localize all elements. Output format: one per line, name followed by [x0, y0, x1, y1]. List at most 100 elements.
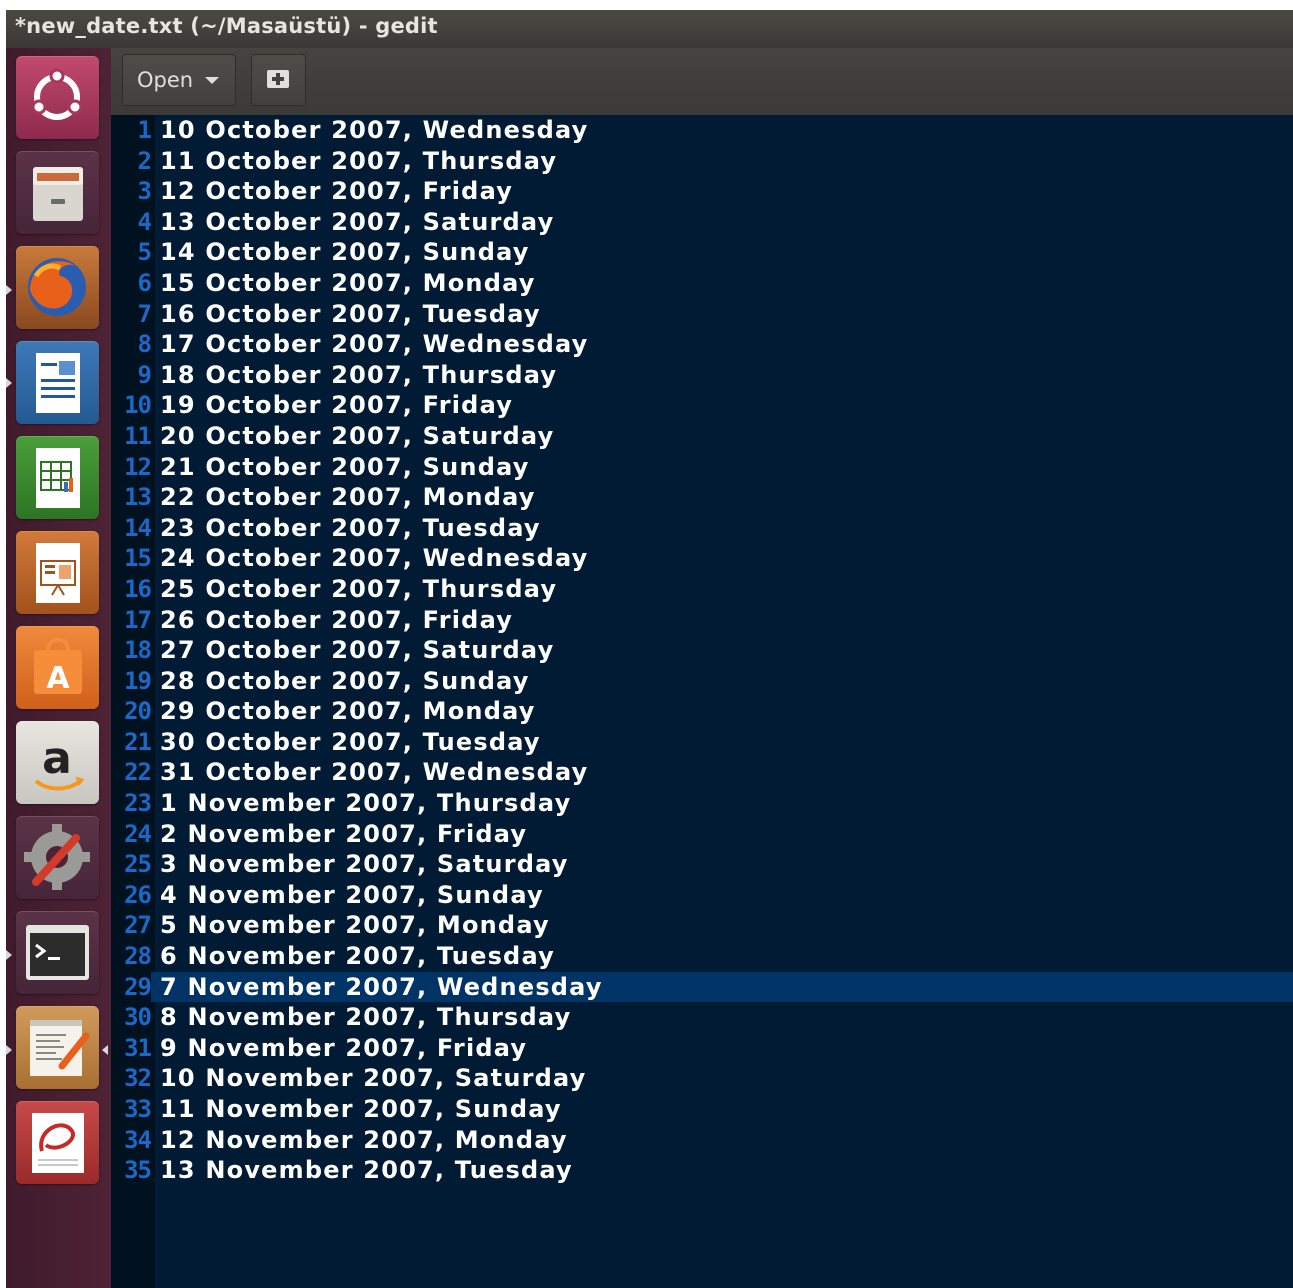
line-text[interactable]: 13 October 2007, Saturday [160, 207, 554, 238]
line-text[interactable]: 19 October 2007, Friday [160, 390, 513, 421]
line-text[interactable]: 25 October 2007, Thursday [160, 574, 557, 605]
line-text[interactable]: 27 October 2007, Saturday [160, 635, 554, 666]
open-button-label: Open [137, 68, 194, 92]
editor-line[interactable]: 10 19 October 2007, Friday [111, 390, 1293, 421]
terminal-button[interactable] [16, 911, 99, 994]
editor-line[interactable]: 27 5 November 2007, Monday [111, 910, 1293, 941]
software-center-icon: A [34, 637, 82, 696]
line-text[interactable]: 12 October 2007, Friday [160, 176, 513, 207]
editor-line[interactable]: 18 27 October 2007, Saturday [111, 635, 1293, 666]
line-number: 30 [124, 1003, 152, 1032]
text-editor[interactable]: 1 10 October 2007, Wednesday 2 11 October 2… [111, 115, 1293, 1288]
line-text[interactable]: 5 November 2007, Monday [160, 910, 550, 941]
editor-line[interactable]: 13 22 October 2007, Monday [111, 482, 1293, 513]
line-text[interactable]: 11 November 2007, Sunday [160, 1094, 562, 1125]
editor-line[interactable]: 9 18 October 2007, Thursday [111, 360, 1293, 391]
line-number: 12 [124, 452, 152, 481]
line-number: 33 [124, 1095, 152, 1123]
line-text[interactable]: 29 October 2007, Monday [160, 696, 536, 727]
line-text[interactable]: 16 October 2007, Tuesday [160, 299, 541, 330]
editor-line[interactable]: 5 14 October 2007, Sunday [111, 237, 1293, 268]
editor-line[interactable]: 33 11 November 2007, Sunday [111, 1094, 1293, 1125]
ubuntu-dash-button[interactable] [16, 56, 99, 139]
editor-line[interactable]: 14 23 October 2007, Tuesday [111, 513, 1293, 544]
line-text[interactable]: 8 November 2007, Thursday [160, 1002, 571, 1033]
editor-line[interactable]: 4 13 October 2007, Saturday [111, 207, 1293, 238]
line-text[interactable]: 18 October 2007, Thursday [160, 360, 557, 391]
editor-line[interactable]: 23 1 November 2007, Thursday [111, 788, 1293, 819]
line-text[interactable]: 21 October 2007, Sunday [160, 452, 530, 483]
writer-button[interactable] [16, 341, 99, 424]
line-number: 6 [137, 268, 152, 297]
line-text[interactable]: 6 November 2007, Tuesday [160, 941, 555, 972]
editor-line[interactable]: 28 6 November 2007, Tuesday [111, 941, 1293, 972]
line-text[interactable]: 14 October 2007, Sunday [160, 237, 530, 268]
line-text[interactable]: 23 October 2007, Tuesday [160, 513, 541, 544]
editor-line[interactable]: 12 21 October 2007, Sunday [111, 452, 1293, 483]
editor-line[interactable]: 31 9 November 2007, Friday [111, 1033, 1293, 1064]
line-text[interactable]: 13 November 2007, Tuesday [160, 1155, 573, 1186]
line-text[interactable]: 4 November 2007, Sunday [160, 880, 544, 911]
line-number: 20 [124, 697, 152, 726]
line-text[interactable]: 24 October 2007, Wednesday [160, 543, 588, 574]
line-text[interactable]: 30 October 2007, Tuesday [160, 727, 541, 758]
line-text[interactable]: 7 November 2007, Wednesday [160, 972, 603, 1003]
editor-line[interactable]: 2 11 October 2007, Thursday [111, 146, 1293, 177]
svg-text:a: a [42, 733, 72, 784]
line-text[interactable]: 12 November 2007, Monday [160, 1125, 568, 1156]
window-title: *new_date.txt (~/Masaüstü) - gedit [6, 10, 1293, 48]
line-text[interactable]: 28 October 2007, Sunday [160, 666, 530, 697]
editor-line[interactable]: 21 30 October 2007, Tuesday [111, 727, 1293, 758]
editor-line[interactable]: 6 15 October 2007, Monday [111, 268, 1293, 299]
editor-line[interactable]: 20 29 October 2007, Monday [111, 696, 1293, 727]
editor-line[interactable]: 29 7 November 2007, Wednesday [111, 971, 1293, 1003]
line-text[interactable]: 17 October 2007, Wednesday [160, 329, 588, 360]
editor-line[interactable]: 17 26 October 2007, Friday [111, 605, 1293, 636]
calc-button[interactable] [16, 436, 99, 519]
line-number: 2 [137, 146, 152, 175]
line-text[interactable]: 15 October 2007, Monday [160, 268, 536, 299]
editor-line[interactable]: 11 20 October 2007, Saturday [111, 421, 1293, 452]
line-text[interactable]: 31 October 2007, Wednesday [160, 757, 588, 788]
editor-line[interactable]: 35 13 November 2007, Tuesday [111, 1155, 1293, 1186]
line-text[interactable]: 9 November 2007, Friday [160, 1033, 527, 1064]
firefox-button[interactable] [16, 246, 99, 329]
new-document-button[interactable] [251, 54, 306, 106]
software-center-button[interactable]: A [16, 626, 99, 709]
line-text[interactable]: 22 October 2007, Monday [160, 482, 536, 513]
line-number: 5 [137, 238, 152, 267]
line-text[interactable]: 1 November 2007, Thursday [160, 788, 571, 819]
files-button[interactable] [16, 151, 99, 234]
open-button[interactable]: Open [122, 54, 236, 106]
editor-line[interactable]: 19 28 October 2007, Sunday [111, 666, 1293, 697]
line-text[interactable]: 2 November 2007, Friday [160, 819, 527, 850]
line-text[interactable]: 10 November 2007, Saturday [160, 1063, 587, 1094]
line-number: 32 [124, 1064, 152, 1093]
line-text[interactable]: 10 October 2007, Wednesday [160, 115, 588, 146]
editor-line[interactable]: 30 8 November 2007, Thursday [111, 1002, 1293, 1033]
line-number: 18 [124, 636, 152, 665]
editor-line[interactable]: 7 16 October 2007, Tuesday [111, 299, 1293, 330]
editor-line[interactable]: 32 10 November 2007, Saturday [111, 1063, 1293, 1094]
line-text[interactable]: 26 October 2007, Friday [160, 605, 513, 636]
editor-line[interactable]: 25 3 November 2007, Saturday [111, 849, 1293, 880]
line-number: 9 [137, 360, 152, 389]
system-settings-button[interactable] [16, 816, 99, 899]
editor-line[interactable]: 3 12 October 2007, Friday [111, 176, 1293, 207]
editor-line[interactable]: 26 4 November 2007, Sunday [111, 880, 1293, 911]
editor-line[interactable]: 16 25 October 2007, Thursday [111, 574, 1293, 605]
editor-line[interactable]: 1 10 October 2007, Wednesday [111, 115, 1293, 146]
amazon-button[interactable]: a [16, 721, 99, 804]
impress-button[interactable] [16, 531, 99, 614]
gedit-button[interactable] [16, 1006, 99, 1089]
line-text[interactable]: 11 October 2007, Thursday [160, 146, 557, 177]
toolbar: Open [111, 48, 1293, 116]
editor-line[interactable]: 34 12 November 2007, Monday [111, 1125, 1293, 1156]
line-text[interactable]: 3 November 2007, Saturday [160, 849, 569, 880]
editor-line[interactable]: 24 2 November 2007, Friday [111, 819, 1293, 850]
editor-line[interactable]: 22 31 October 2007, Wednesday [111, 757, 1293, 788]
document-viewer-button[interactable] [16, 1101, 99, 1184]
editor-line[interactable]: 8 17 October 2007, Wednesday [111, 329, 1293, 360]
line-text[interactable]: 20 October 2007, Saturday [160, 421, 554, 452]
editor-line[interactable]: 15 24 October 2007, Wednesday [111, 543, 1293, 574]
